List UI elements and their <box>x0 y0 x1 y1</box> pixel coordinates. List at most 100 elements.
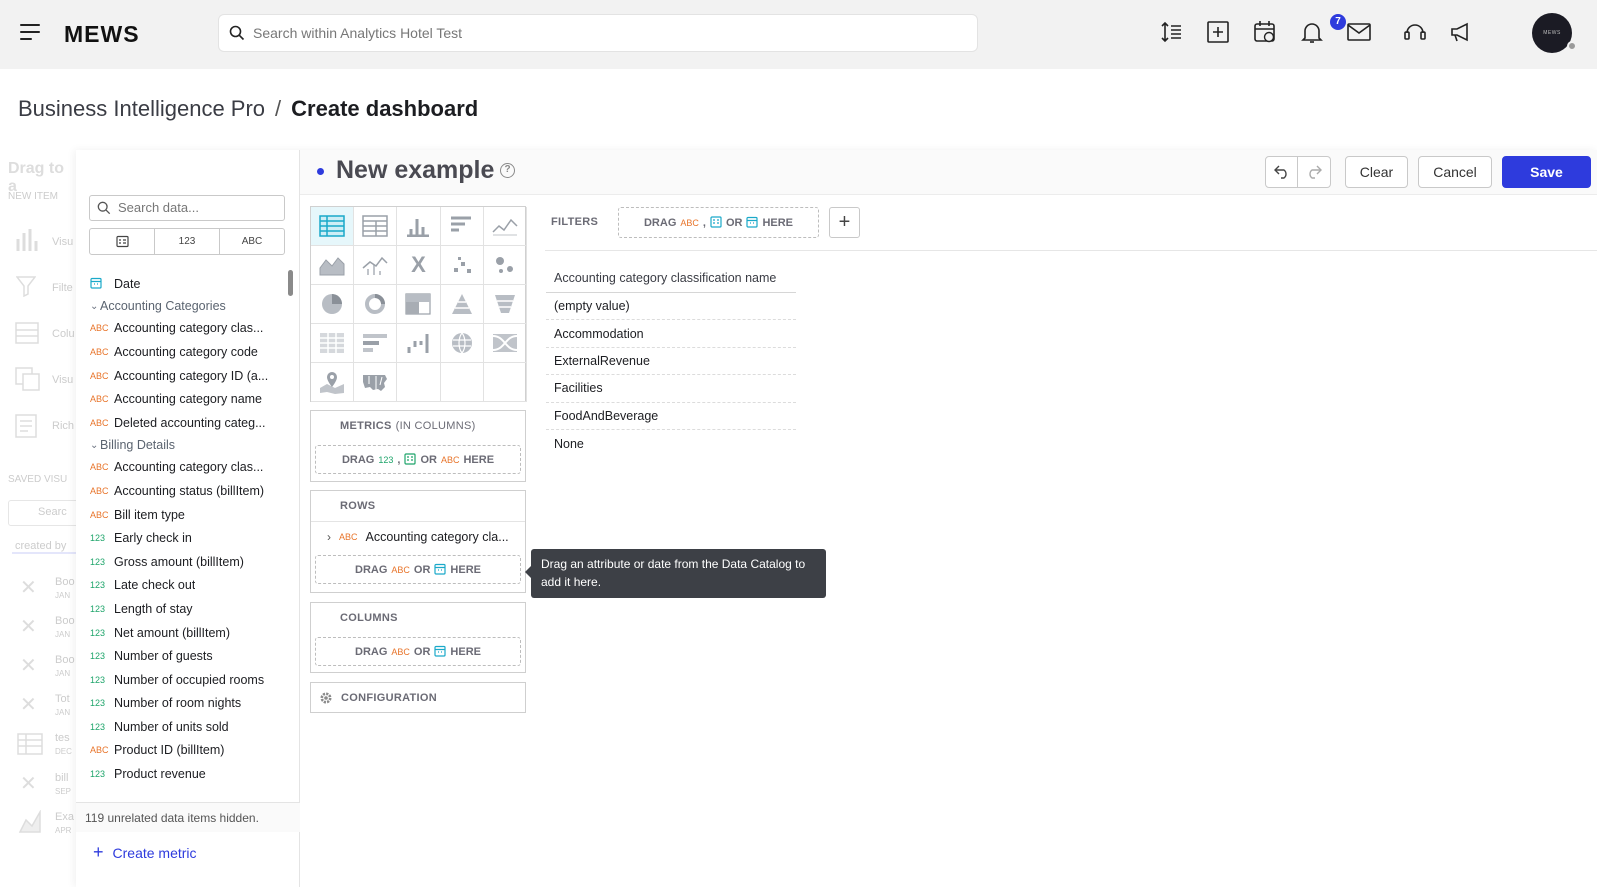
catalog-item[interactable]: 123 Number of guests <box>90 644 280 668</box>
user-avatar[interactable]: MEWS <box>1532 13 1572 53</box>
sort-icon[interactable] <box>1158 19 1184 45</box>
ghost-text: Boo <box>55 654 75 666</box>
catalog-item[interactable]: 123 Net amount (billItem) <box>90 621 280 645</box>
catalog-item[interactable]: 123 Number of units sold <box>90 715 280 739</box>
numeric-type-icon: 123 <box>90 698 106 709</box>
visualization-title[interactable]: New example <box>336 156 494 185</box>
rows-bucket: ROWS › ABC Accounting category cla... DR… <box>310 490 526 593</box>
bar-chart-icon[interactable] <box>440 207 484 246</box>
plus-icon: + <box>93 842 104 862</box>
headline-table-viz-icon[interactable] <box>354 207 398 246</box>
column-chart-icon[interactable] <box>397 207 441 246</box>
metrics-dropzone[interactable]: DRAG 123, OR ABC HERE <box>315 445 521 474</box>
breadcrumb-parent[interactable]: Business Intelligence Pro <box>18 96 265 121</box>
configuration-header: CONFIGURATION <box>311 683 525 713</box>
bubble-chart-icon[interactable] <box>483 246 527 285</box>
clear-button[interactable]: Clear <box>1345 156 1408 188</box>
add-filter-button[interactable]: + <box>829 207 860 238</box>
catalog-item[interactable]: 123 Number of room nights <box>90 692 280 716</box>
ghost-text: Visu <box>52 236 74 248</box>
ghost-text: tes <box>55 732 70 744</box>
catalog-item[interactable]: ABC Accounting category name <box>90 387 280 411</box>
empty-cell <box>397 363 441 402</box>
metrics-title: METRICS <box>340 420 392 432</box>
announcement-icon[interactable] <box>1449 19 1475 45</box>
columns-dropzone[interactable]: DRAG ABC OR HERE <box>315 637 521 666</box>
here-text: HERE <box>450 645 481 658</box>
catalog-group-billing-details[interactable]: ⌄ Billing Details <box>90 435 280 456</box>
mail-icon[interactable] <box>1346 19 1372 45</box>
brand-logo[interactable]: MEWS <box>64 21 140 48</box>
catalog-search-input[interactable] <box>118 200 278 215</box>
rows-dropzone[interactable]: DRAG ABC OR HERE <box>315 555 521 584</box>
hidden-items-note: 119 unrelated data items hidden. <box>76 802 300 832</box>
heatmap-icon[interactable] <box>311 324 355 363</box>
filters-dropzone[interactable]: DRAG ABC, OR HERE <box>618 207 819 238</box>
numeric-type-icon: 123 <box>90 674 106 685</box>
configuration-section[interactable]: CONFIGURATION <box>310 682 526 713</box>
catalog-item[interactable]: ABC Product ID (billItem) <box>90 739 280 763</box>
ghost-text: Boo <box>55 615 75 627</box>
help-icon[interactable]: ? <box>500 163 515 178</box>
calendar-icon[interactable] <box>1252 19 1278 45</box>
catalog-item[interactable]: 123 Number of occupied rooms <box>90 668 280 692</box>
catalog-item-date[interactable]: Date <box>90 272 280 296</box>
area-chart-icon[interactable] <box>311 246 355 285</box>
bell-icon[interactable] <box>1299 19 1325 45</box>
table-viz-icon[interactable] <box>311 207 355 246</box>
search-input[interactable] <box>253 23 953 43</box>
save-button[interactable]: Save <box>1502 156 1591 188</box>
support-icon[interactable] <box>1402 19 1428 45</box>
columns-header: COLUMNS <box>340 612 398 624</box>
redo-button[interactable] <box>1298 156 1331 188</box>
treemap-icon[interactable] <box>397 285 441 324</box>
catalog-item[interactable]: ABC Deleted accounting categ... <box>90 411 280 435</box>
geo-chart-icon[interactable] <box>440 324 484 363</box>
combo-chart-icon[interactable] <box>354 246 398 285</box>
text-type-icon: ABC <box>90 370 109 381</box>
ghost-icon: ✕ <box>20 616 37 638</box>
filter-numeric-button[interactable]: 123 <box>155 229 220 254</box>
pie-chart-icon[interactable] <box>311 285 355 324</box>
catalog-item[interactable]: 123 Length of stay <box>90 597 280 621</box>
scatter-plot-icon[interactable] <box>440 246 484 285</box>
region-map-icon[interactable] <box>354 363 398 402</box>
catalog-item[interactable]: ABC Bill item type <box>90 503 280 527</box>
text-icon <box>15 414 37 438</box>
waterfall-chart-icon[interactable] <box>397 324 441 363</box>
filter-date-button[interactable] <box>90 229 155 254</box>
bullet-chart-icon[interactable] <box>354 324 398 363</box>
filter-text-button[interactable]: ABC <box>220 229 284 254</box>
sankey-chart-icon[interactable] <box>483 324 527 363</box>
dashboard-editor: 123 ABC Date ⌄Accounting Categories ABCA… <box>76 150 1597 887</box>
donut-chart-icon[interactable] <box>354 285 398 324</box>
create-metric-button[interactable]: + Create metric <box>93 842 197 863</box>
catalog-item[interactable]: 123 Product revenue <box>90 762 280 786</box>
numeric-type-icon: 123 <box>90 651 106 662</box>
row-attribute-item[interactable]: › ABC Accounting category cla... <box>311 521 525 552</box>
catalog-item[interactable]: 123 Gross amount (billItem) <box>90 550 280 574</box>
catalog-item[interactable]: ABC Accounting category clas... <box>90 456 280 480</box>
catalog-item[interactable]: ABC Accounting status (billItem) <box>90 479 280 503</box>
catalog-scrollbar[interactable] <box>288 270 293 296</box>
menu-icon[interactable] <box>20 24 40 42</box>
catalog-item[interactable]: ABC Accounting category ID (a... <box>90 364 280 388</box>
undo-button[interactable] <box>1265 156 1298 188</box>
catalog-item[interactable]: 123 Early check in <box>90 526 280 550</box>
cancel-button[interactable]: Cancel <box>1418 156 1492 188</box>
chart-icon <box>16 229 38 251</box>
pyramid-chart-icon[interactable] <box>440 285 484 324</box>
catalog-group-accounting-categories[interactable]: ⌄ Accounting Categories <box>90 296 280 317</box>
catalog-search[interactable] <box>89 195 285 221</box>
catalog-list: Date ⌄ Accounting Categories ABC Accountin… <box>90 272 280 786</box>
line-chart-icon[interactable] <box>483 207 527 246</box>
catalog-item[interactable]: ABC Accounting category clas... <box>90 317 280 341</box>
catalog-item[interactable]: ABC Accounting category code <box>90 340 280 364</box>
ghost-text: SAVED VISU <box>8 474 68 485</box>
funnel-chart-icon[interactable] <box>483 285 527 324</box>
xirr-icon[interactable]: X <box>397 246 441 285</box>
pushpin-map-icon[interactable] <box>311 363 355 402</box>
catalog-item[interactable]: 123 Late check out <box>90 574 280 598</box>
add-icon[interactable] <box>1205 19 1231 45</box>
global-search[interactable] <box>218 14 978 52</box>
